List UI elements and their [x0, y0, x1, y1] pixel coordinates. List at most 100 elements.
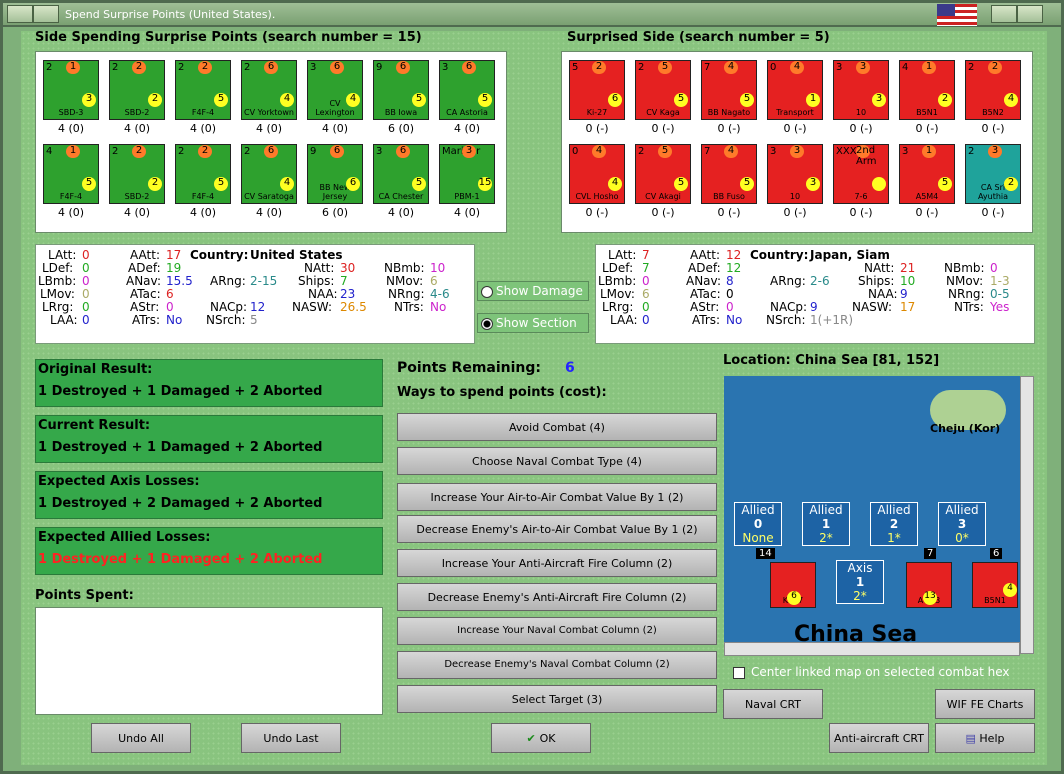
choose-naval-combat-type-button[interactable]: Choose Naval Combat Type (4)	[397, 447, 717, 475]
undo-last-button[interactable]: Undo Last	[241, 723, 341, 753]
counter-bottom: 6	[608, 93, 622, 107]
unit-counter[interactable]: 0 4 Transport 1	[767, 60, 823, 120]
counter-mid: 4	[592, 145, 606, 158]
allied-section-0[interactable]: Allied 0 None	[734, 502, 782, 546]
wif-fe-charts-button[interactable]: WIF FE Charts	[935, 689, 1035, 719]
counter-mid: 6	[396, 145, 410, 158]
unit-counter[interactable]: 3 6 CV Lexington 4	[307, 60, 363, 120]
unit-counter[interactable]: 2 1 SBD-3 3	[43, 60, 99, 120]
increase-air-to-air-button[interactable]: Increase Your Air-to-Air Combat Value By…	[397, 483, 717, 511]
island-label: Cheju (Kor)	[930, 422, 1001, 435]
stat-nsrch: 5	[250, 313, 258, 327]
map-unit-ki27[interactable]: Ki-276	[770, 562, 816, 608]
increase-aa-fire-button[interactable]: Increase Your Anti-Aircraft Fire Column …	[397, 549, 717, 577]
counter-top: 3	[902, 146, 909, 157]
radio-unchecked-icon	[481, 286, 493, 298]
show-damage-radio[interactable]: Show Damage	[477, 281, 589, 301]
unit-counter[interactable]: 9 6 BB New Jersey 6	[307, 144, 363, 204]
map-vertical-scrollbar[interactable]	[1020, 376, 1034, 654]
help-button[interactable]: ▤ Help	[935, 723, 1035, 753]
counter-name: SBD-2	[124, 108, 150, 117]
stat-aatt: 17	[166, 248, 182, 262]
unit-counter[interactable]: XXX 2nd Arm 7-6	[833, 144, 889, 204]
undo-all-button[interactable]: Undo All	[91, 723, 191, 753]
decrease-enemy-naval-combat-button[interactable]: Decrease Enemy's Naval Combat Column (2)	[397, 651, 717, 679]
avoid-combat-button[interactable]: Avoid Combat (4)	[397, 413, 717, 441]
counter-top: 2	[178, 62, 185, 73]
jp-stat-arng: 2-6	[810, 274, 830, 288]
unit-counter[interactable]: 2 2 F4F-4 5	[175, 144, 231, 204]
counter-top: 2	[968, 146, 975, 157]
naval-crt-button[interactable]: Naval CRT	[723, 689, 823, 719]
increase-naval-combat-button[interactable]: Increase Your Naval Combat Column (2)	[397, 617, 717, 645]
unit-counter[interactable]: 5 2 Ki-27 6	[569, 60, 625, 120]
stat-lrrg-label: LRrg:	[42, 300, 74, 314]
counter-top: 4	[902, 62, 909, 73]
stat-astr-label: AStr:	[130, 300, 160, 314]
decrease-enemy-air-to-air-button[interactable]: Decrease Enemy's Air-to-Air Combat Value…	[397, 515, 717, 543]
unit-counter[interactable]: 2 2 SBD-2 2	[109, 144, 165, 204]
minimize-button[interactable]	[33, 5, 59, 23]
unit-counter[interactable]: 3 3 10 3	[767, 144, 823, 204]
unit-counter[interactable]: 3 3 10 3	[833, 60, 889, 120]
map-unit-a6m3[interactable]: A6M313	[906, 562, 952, 608]
system-menu-button[interactable]	[7, 5, 33, 23]
counter-top: 2	[112, 146, 119, 157]
center-linked-label: Center linked map on selected combat hex	[751, 665, 1010, 679]
current-result-title: Current Result:	[38, 418, 151, 433]
unit-counter[interactable]: 4 1 B5N1 2	[899, 60, 955, 120]
map-unit-b5n1[interactable]: B5N1 4	[972, 562, 1018, 608]
unit-counter[interactable]: 2 5 CV Kaga 5	[635, 60, 691, 120]
unit-counter[interactable]: 7 4 BB Nagato 5	[701, 60, 757, 120]
map-horizontal-scrollbar[interactable]	[724, 642, 1020, 656]
stat-arng: 2-15	[250, 274, 278, 288]
counter-value: 0 (-)	[651, 122, 675, 135]
counter-mid: 5	[658, 145, 672, 158]
help-label: Help	[979, 732, 1005, 745]
unit-counter[interactable]: 3 1 A5M4 5	[899, 144, 955, 204]
map-view[interactable]: Cheju (Kor) Allied 0 None Allied 1 2* Allied…	[724, 376, 1020, 654]
allied-section-2[interactable]: Allied 2 1*	[870, 502, 918, 546]
jp-stat-adef-label: ADef:	[688, 261, 721, 275]
ok-button[interactable]: ✔ OK	[491, 723, 591, 753]
decrease-enemy-aa-fire-button[interactable]: Decrease Enemy's Anti-Aircraft Fire Colu…	[397, 583, 717, 611]
stat-adef: 19	[166, 261, 182, 275]
allied-section-3[interactable]: Allied 3 0*	[938, 502, 986, 546]
jp-stat-atac: 0	[726, 287, 734, 301]
stat-arng-label: ARng:	[210, 274, 246, 288]
unit-counter[interactable]: 2 2 SBD-2 2	[109, 60, 165, 120]
counter-bottom: 3	[82, 93, 96, 107]
unit-counter[interactable]: 4 1 F4F-4 5	[43, 144, 99, 204]
unit-counter[interactable]: 9 6 BB Iowa 5	[373, 60, 429, 120]
jp-stat-latt-label: LAtt:	[608, 248, 637, 262]
counter-top: 3	[836, 62, 843, 73]
aa-crt-button[interactable]: Anti-aircraft CRT	[829, 723, 929, 753]
points-spent-list[interactable]	[35, 607, 383, 715]
unit-counter[interactable]: 2 3 CA Sri Ayuthia 2	[965, 144, 1021, 204]
unit-counter[interactable]: 2 2 F4F-4 5	[175, 60, 231, 120]
counter-value: 4 (0)	[453, 122, 481, 135]
show-section-radio[interactable]: Show Section	[477, 313, 589, 333]
unit-counter[interactable]: 3 6 CA Astoria 5	[439, 60, 495, 120]
unit-counter[interactable]: 0 4 CVL Hosho 4	[569, 144, 625, 204]
counter-bottom: 5	[478, 93, 492, 107]
axis-section-1[interactable]: Axis 1 2*	[836, 560, 884, 604]
unit-counter[interactable]: 2 6 CV Saratoga 4	[241, 144, 297, 204]
counter-name: CA Astoria	[446, 108, 488, 117]
close-button[interactable]	[1017, 5, 1043, 23]
center-linked-checkbox[interactable]	[733, 667, 745, 679]
unit-counter[interactable]: 7 4 BB Fuso 5	[701, 144, 757, 204]
unit-counter[interactable]: 2 6 CV Yorktown 4	[241, 60, 297, 120]
counter-name: F4F-4	[59, 192, 83, 201]
unit-counter[interactable]: 2 2 B5N2 4	[965, 60, 1021, 120]
select-target-button[interactable]: Select Target (3)	[397, 685, 717, 713]
ways-label: Ways to spend points (cost):	[397, 385, 607, 400]
allied-section-1[interactable]: Allied 1 2*	[802, 502, 850, 546]
unit-counter[interactable]: 3 6 CA Chester 5	[373, 144, 429, 204]
unit-counter[interactable]: Mariner3PBM-115	[439, 144, 495, 204]
stat-lmov: 0	[82, 287, 90, 301]
maximize-button[interactable]	[991, 5, 1017, 23]
counter-top: 7	[704, 146, 711, 157]
unit-counter[interactable]: 2 5 CV Akagi 5	[635, 144, 691, 204]
counter-name: BB Fuso	[713, 192, 745, 201]
